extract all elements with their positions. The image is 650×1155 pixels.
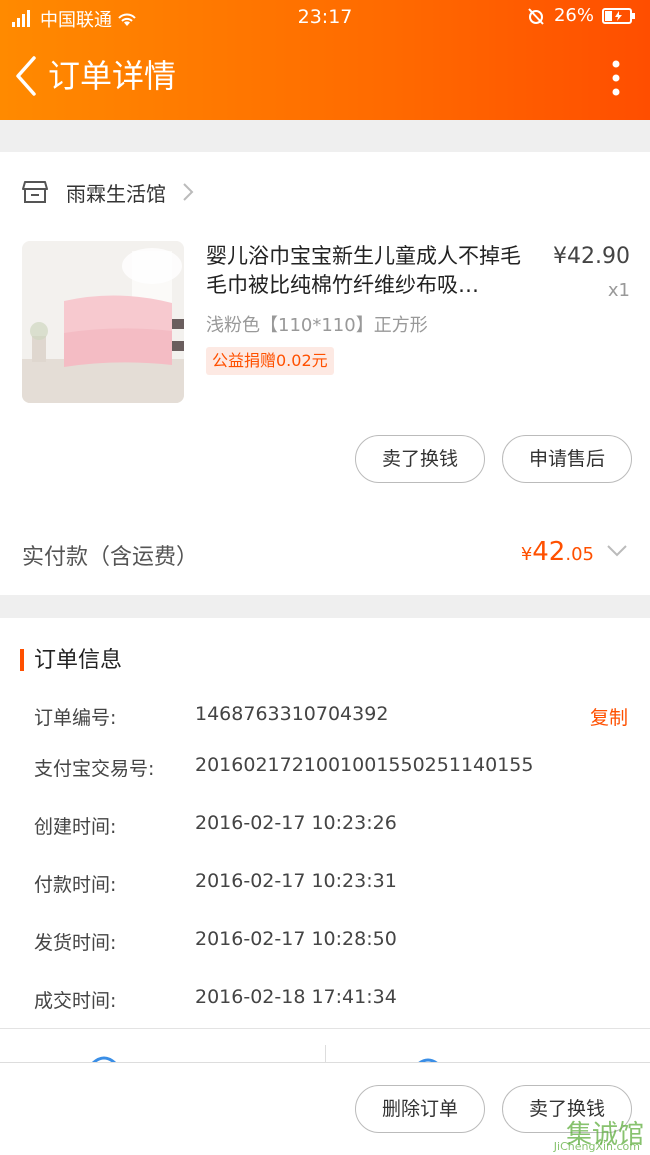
chevron-right-icon bbox=[183, 183, 194, 201]
watermark-url: JiChengXin.com bbox=[553, 1140, 640, 1153]
battery-icon bbox=[602, 7, 635, 24]
order-info-title: 订单信息 bbox=[34, 648, 123, 673]
info-row-shipped: 发货时间: 2016-02-17 10:28:50 bbox=[34, 928, 634, 958]
info-value: 1468763310704392 bbox=[195, 703, 389, 725]
nav-bar: 订单详情 bbox=[0, 40, 650, 112]
section-accent-bar bbox=[20, 649, 24, 671]
total-integer: 42 bbox=[532, 537, 566, 567]
info-value: 2016-02-17 10:28:50 bbox=[195, 928, 397, 950]
info-value: 2016-02-18 17:41:34 bbox=[195, 986, 397, 1008]
info-value: 2016-02-17 10:23:31 bbox=[195, 870, 397, 892]
info-row-paid: 付款时间: 2016-02-17 10:23:31 bbox=[34, 870, 634, 900]
info-label: 付款时间: bbox=[34, 874, 117, 896]
chat-icon[interactable] bbox=[88, 1051, 120, 1062]
delete-order-button[interactable]: 删除订单 bbox=[355, 1085, 485, 1133]
product-price: ¥42.90 bbox=[553, 244, 630, 269]
info-row-alipay-no: 支付宝交易号: 2016021721001001550251140155 bbox=[34, 754, 634, 784]
page-title: 订单详情 bbox=[48, 57, 177, 95]
phone-icon[interactable] bbox=[412, 1051, 444, 1062]
status-bar: 中国联通 23:17 26% bbox=[0, 0, 650, 36]
product-quantity: x1 bbox=[607, 280, 630, 301]
strip-divider bbox=[325, 1045, 326, 1062]
bottom-action-bar: 删除订单 卖了换钱 集诚馆 JiChengXin.com bbox=[0, 1062, 650, 1155]
info-label: 成交时间: bbox=[34, 990, 117, 1012]
header: 中国联通 23:17 26% 订单详情 bbox=[0, 0, 650, 120]
total-label: 实付款（含运费） bbox=[22, 545, 199, 570]
info-label: 订单编号: bbox=[34, 707, 117, 729]
info-value: 2016021721001001550251140155 bbox=[195, 754, 534, 776]
product-title[interactable]: 婴儿浴巾宝宝新生儿童成人不掉毛毛巾被比纯棉竹纤维纱布吸… bbox=[206, 242, 536, 300]
info-row-created: 创建时间: 2016-02-17 10:23:26 bbox=[34, 812, 634, 842]
info-label: 发货时间: bbox=[34, 932, 117, 954]
info-row-closed: 成交时间: 2016-02-18 17:41:34 bbox=[34, 986, 634, 1016]
chevron-down-icon[interactable] bbox=[606, 544, 628, 558]
total-currency: ¥ bbox=[520, 544, 533, 565]
info-row-order-no: 订单编号: 1468763310704392 bbox=[34, 703, 634, 733]
order-item-card: 雨霖生活馆 婴儿浴巾宝宝新生儿童成人不掉毛毛巾被比纯棉竹纤维纱布吸… ¥42.9… bbox=[0, 152, 650, 595]
sell-button[interactable]: 卖了换钱 bbox=[355, 435, 485, 483]
more-icon[interactable] bbox=[608, 58, 624, 98]
charity-badge: 公益捐赠0.02元 bbox=[206, 347, 334, 375]
contact-strip bbox=[0, 1028, 650, 1062]
total-decimal: .05 bbox=[565, 544, 594, 565]
product-thumbnail[interactable] bbox=[22, 241, 184, 403]
product-sku: 浅粉色【110*110】正方形 bbox=[206, 315, 428, 336]
info-label: 支付宝交易号: bbox=[34, 758, 155, 780]
towel-image bbox=[22, 241, 184, 403]
status-right: 26% bbox=[526, 5, 636, 26]
battery-percent: 26% bbox=[553, 5, 594, 26]
after-sale-button[interactable]: 申请售后 bbox=[502, 435, 632, 483]
back-icon[interactable] bbox=[8, 54, 44, 98]
order-info-card: 订单信息 复制 订单编号: 1468763310704392 支付宝交易号: 2… bbox=[0, 618, 650, 1028]
shop-header[interactable]: 雨霖生活馆 bbox=[22, 174, 194, 210]
shop-name[interactable]: 雨霖生活馆 bbox=[66, 178, 166, 207]
info-value: 2016-02-17 10:23:26 bbox=[195, 812, 397, 834]
store-icon bbox=[22, 181, 48, 203]
total-amount[interactable]: ¥42.05 bbox=[521, 537, 594, 567]
mute-alarm-icon bbox=[528, 7, 544, 25]
info-label: 创建时间: bbox=[34, 816, 117, 838]
